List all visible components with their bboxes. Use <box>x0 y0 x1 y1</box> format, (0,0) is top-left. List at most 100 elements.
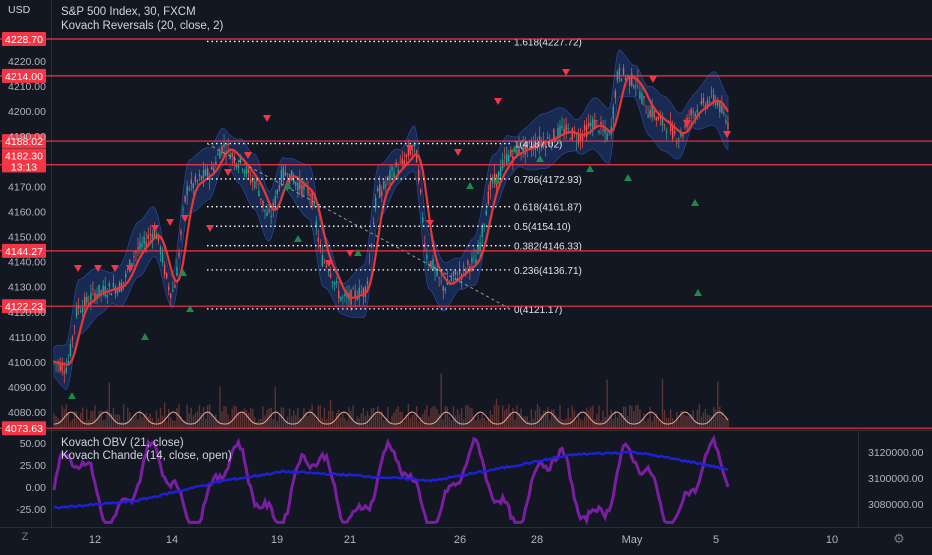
candle-body <box>247 169 250 173</box>
candle-body <box>241 169 244 171</box>
candle-body <box>508 154 510 162</box>
candle-body <box>65 367 67 373</box>
candle-body <box>262 200 264 207</box>
candle-body <box>311 192 313 207</box>
obv-tick-label: 3080000.00 <box>868 499 924 511</box>
chart-canvas[interactable]: 1.618(4227.72)1(4187.02)0.786(4172.93)0.… <box>0 0 932 550</box>
candle-body <box>184 195 186 202</box>
reversal-markers <box>68 69 731 399</box>
candle-body <box>727 122 729 130</box>
candle-body <box>112 282 115 288</box>
price-tick-label: 4120.00 <box>8 307 46 319</box>
time-tick-label: 14 <box>166 534 178 546</box>
candle-body <box>674 131 676 134</box>
reversal-up-marker <box>294 235 302 242</box>
candle-body <box>501 160 504 169</box>
candle-body <box>688 118 690 119</box>
candle-body <box>422 217 424 223</box>
candle-body <box>141 244 143 248</box>
candle-body <box>612 106 614 119</box>
candle-body <box>143 236 145 244</box>
candle-body <box>452 271 455 276</box>
candle-body <box>696 109 698 113</box>
candle-body <box>432 259 434 270</box>
candle-body <box>571 128 574 140</box>
candle-body <box>71 336 74 340</box>
candle-body <box>340 296 342 301</box>
candle-body <box>280 169 283 185</box>
candle-body <box>491 177 494 183</box>
candle-body <box>163 264 166 275</box>
gear-icon[interactable]: ⚙ <box>892 531 906 546</box>
candle-body <box>561 126 563 129</box>
candle-body <box>635 85 637 87</box>
candle-body <box>270 215 272 218</box>
candle-body <box>192 183 195 189</box>
candle-body <box>499 166 502 176</box>
candle-body <box>450 278 453 281</box>
oscillator-tick-label: 0.00 <box>26 482 47 494</box>
candle-body <box>194 176 197 182</box>
candle-body <box>618 67 621 79</box>
candle-body <box>342 296 344 298</box>
candle-body <box>676 141 678 143</box>
z-icon[interactable]: Z <box>18 531 32 545</box>
candle-body <box>622 67 625 75</box>
candle-body <box>327 271 330 273</box>
fib-level-label: 0.236(4136.71) <box>514 266 582 277</box>
time-tick-label: 26 <box>454 534 466 546</box>
chart-root[interactable]: 1.618(4227.72) 1(4187.02) 0.786(4172.93) 0.… <box>0 0 932 550</box>
price-tick-label: 4170.00 <box>8 181 46 193</box>
price-tick-label: 4190.00 <box>8 131 46 143</box>
candle-body <box>385 184 387 186</box>
reversal-down-marker <box>166 219 174 226</box>
candle-body <box>110 293 113 296</box>
candle-body <box>690 108 692 116</box>
candle-body <box>399 161 401 163</box>
candle-body <box>186 186 188 196</box>
price-tick-label: 4090.00 <box>8 382 46 394</box>
oscillator-tick-label: 25.00 <box>20 460 46 472</box>
candle-body <box>188 188 190 190</box>
level-price-label: 4073.63 <box>5 423 43 435</box>
candle-body <box>489 181 492 191</box>
time-tick-label: 10 <box>826 534 838 546</box>
candle-body <box>161 253 164 263</box>
currency-label[interactable]: USD <box>6 4 32 16</box>
candle-body <box>397 169 399 172</box>
candle-body <box>641 93 643 104</box>
candle-body <box>471 257 473 263</box>
candle-body <box>333 282 336 285</box>
candle-body <box>178 252 180 257</box>
candle-body <box>401 158 403 165</box>
candle-body <box>370 244 373 247</box>
candle-body <box>487 191 490 204</box>
candle-body <box>614 91 617 99</box>
candle-body <box>712 94 715 102</box>
candle-body <box>684 124 686 128</box>
candle-body <box>633 85 635 88</box>
candle-body <box>647 114 649 118</box>
candle-body <box>467 260 469 265</box>
time-tick-label: 28 <box>531 534 543 546</box>
price-tick-label: 4110.00 <box>9 332 46 344</box>
candle-body <box>172 290 174 292</box>
candle-body <box>284 171 287 176</box>
candle-body <box>249 179 252 183</box>
candle-body <box>69 343 72 357</box>
candle-body <box>278 185 281 190</box>
candle-body <box>264 209 266 212</box>
candle-body <box>368 260 371 262</box>
candle-body <box>100 290 102 293</box>
price-tick-label: 4220.00 <box>8 56 46 68</box>
candle-body <box>360 291 362 293</box>
candle-body <box>204 169 207 176</box>
reversal-down-marker <box>494 98 502 105</box>
candle-body <box>428 265 430 267</box>
candle-body <box>708 101 711 103</box>
candle-body <box>645 112 647 114</box>
candle-body <box>219 151 221 159</box>
candle-body <box>217 153 219 155</box>
candle-body <box>702 98 705 104</box>
price-tick-label: 4140.00 <box>8 257 46 269</box>
